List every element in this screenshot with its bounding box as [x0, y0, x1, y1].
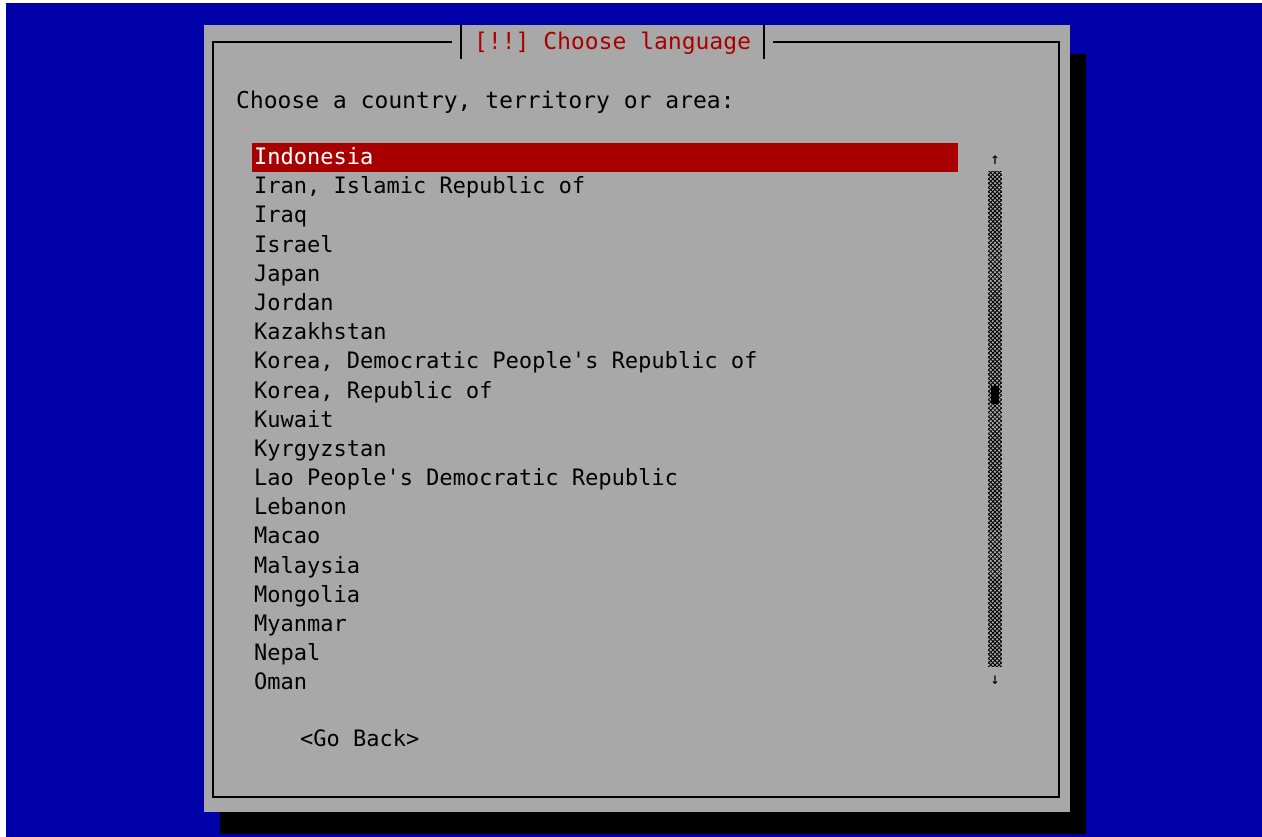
- list-item[interactable]: Myanmar: [252, 610, 958, 639]
- scroll-track[interactable]: [988, 171, 1002, 667]
- list-item[interactable]: Kazakhstan: [252, 318, 958, 347]
- scroll-thumb[interactable]: [991, 386, 999, 405]
- list-item[interactable]: Korea, Republic of: [252, 377, 958, 406]
- list-item[interactable]: Malaysia: [252, 552, 958, 581]
- list-item[interactable]: Lebanon: [252, 493, 958, 522]
- go-back-button[interactable]: <Go Back>: [300, 727, 419, 752]
- list-item[interactable]: Iraq: [252, 201, 958, 230]
- list-item[interactable]: Macao: [252, 522, 958, 551]
- list-item[interactable]: Jordan: [252, 289, 958, 318]
- list-item[interactable]: Kuwait: [252, 406, 958, 435]
- list-item[interactable]: Kyrgyzstan: [252, 435, 958, 464]
- list-item[interactable]: Israel: [252, 231, 958, 260]
- prompt-label: Choose a country, territory or area:: [236, 88, 735, 114]
- title-left-tick: [460, 25, 462, 59]
- list-scrollbar[interactable]: ↑ ↓: [988, 149, 1002, 689]
- list-item-selected[interactable]: Indonesia: [252, 143, 958, 173]
- list-item[interactable]: Iran, Islamic Republic of: [252, 172, 958, 201]
- country-list[interactable]: Indonesia Iran, Islamic Republic of Iraq Is…: [252, 143, 958, 698]
- list-item[interactable]: Japan: [252, 260, 958, 289]
- title-right-tick: [762, 25, 765, 59]
- dialog-title: [!!] Choose language: [474, 29, 751, 55]
- list-item[interactable]: Oman: [252, 668, 958, 697]
- dialog-title-bar: [!!] Choose language: [452, 25, 773, 59]
- list-item[interactable]: Lao People's Democratic Republic: [252, 464, 958, 493]
- scroll-down-arrow-icon[interactable]: ↓: [988, 669, 1002, 689]
- list-item[interactable]: Korea, Democratic People's Republic of: [252, 347, 958, 376]
- scroll-up-arrow-icon[interactable]: ↑: [988, 149, 1002, 169]
- choose-language-dialog: [!!] Choose language Choose a country, t…: [204, 25, 1070, 812]
- list-item[interactable]: Mongolia: [252, 581, 958, 610]
- list-item[interactable]: Nepal: [252, 639, 958, 668]
